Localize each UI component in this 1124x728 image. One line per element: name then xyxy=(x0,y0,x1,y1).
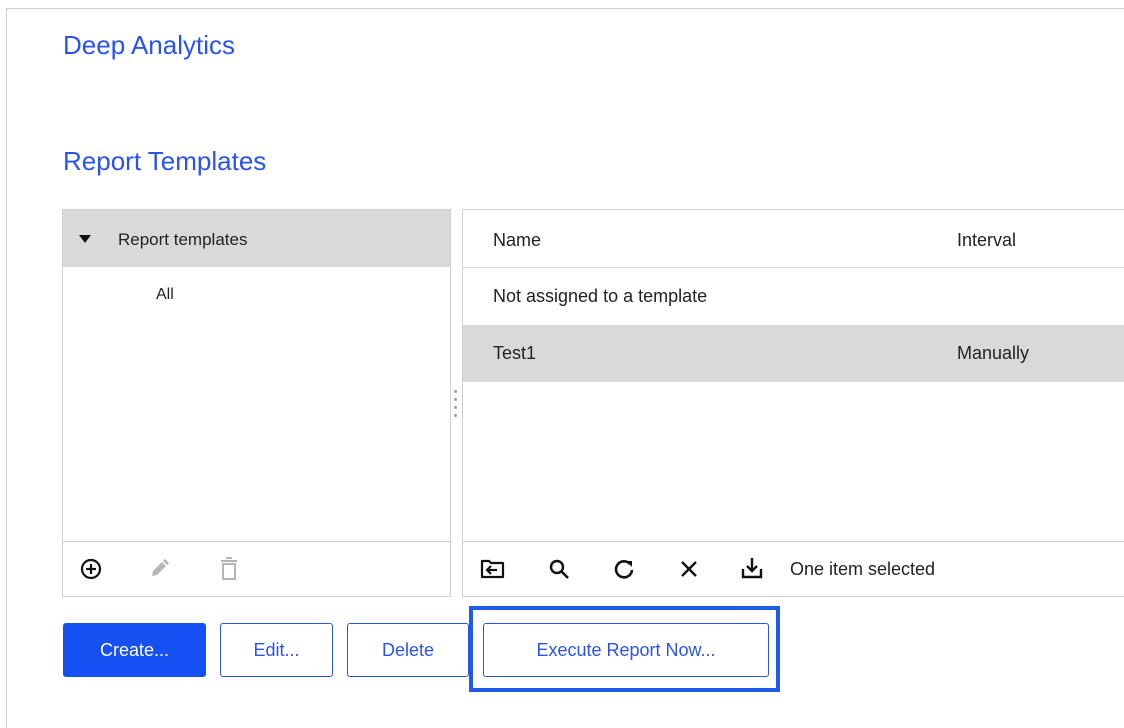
tree-node-label: Report templates xyxy=(118,230,248,249)
row-interval: Manually xyxy=(957,343,1030,363)
table-row[interactable]: Not assigned to a template xyxy=(463,268,1124,325)
table-row-selected[interactable]: Test1 Manually xyxy=(463,325,1124,382)
create-button[interactable]: Create... xyxy=(63,623,206,677)
tree-node-all[interactable]: All xyxy=(156,286,174,304)
column-header-name[interactable]: Name xyxy=(493,230,541,251)
table-header: Name Interval xyxy=(463,210,1124,268)
table-toolbar: One item selected xyxy=(463,541,1124,596)
download-icon[interactable] xyxy=(740,556,764,580)
delete-button[interactable]: Delete xyxy=(347,623,469,677)
row-name: Test1 xyxy=(493,343,537,363)
tree-toolbar xyxy=(63,541,450,596)
report-table-panel: Name Interval Not assigned to a template… xyxy=(462,209,1124,597)
pencil-icon[interactable] xyxy=(148,558,170,580)
app-title: Deep Analytics xyxy=(63,30,235,60)
column-header-interval[interactable]: Interval xyxy=(957,230,1016,251)
refresh-icon[interactable] xyxy=(613,558,635,580)
trash-icon[interactable] xyxy=(219,557,239,581)
add-circle-icon[interactable] xyxy=(80,558,102,580)
section-title: Report Templates xyxy=(63,146,267,176)
selection-status: One item selected xyxy=(790,559,936,579)
search-icon[interactable] xyxy=(548,558,570,580)
tree-node-report-templates[interactable]: Report templates xyxy=(63,210,450,267)
focus-highlight-box xyxy=(469,606,780,692)
caret-down-icon[interactable] xyxy=(79,235,91,243)
move-to-folder-icon[interactable] xyxy=(480,558,506,580)
template-tree-panel: Report templates All xyxy=(62,209,451,597)
panel-splitter-handle[interactable] xyxy=(454,386,458,420)
edit-button[interactable]: Edit... xyxy=(220,623,333,677)
close-icon[interactable] xyxy=(679,559,699,579)
row-name: Not assigned to a template xyxy=(493,286,708,306)
